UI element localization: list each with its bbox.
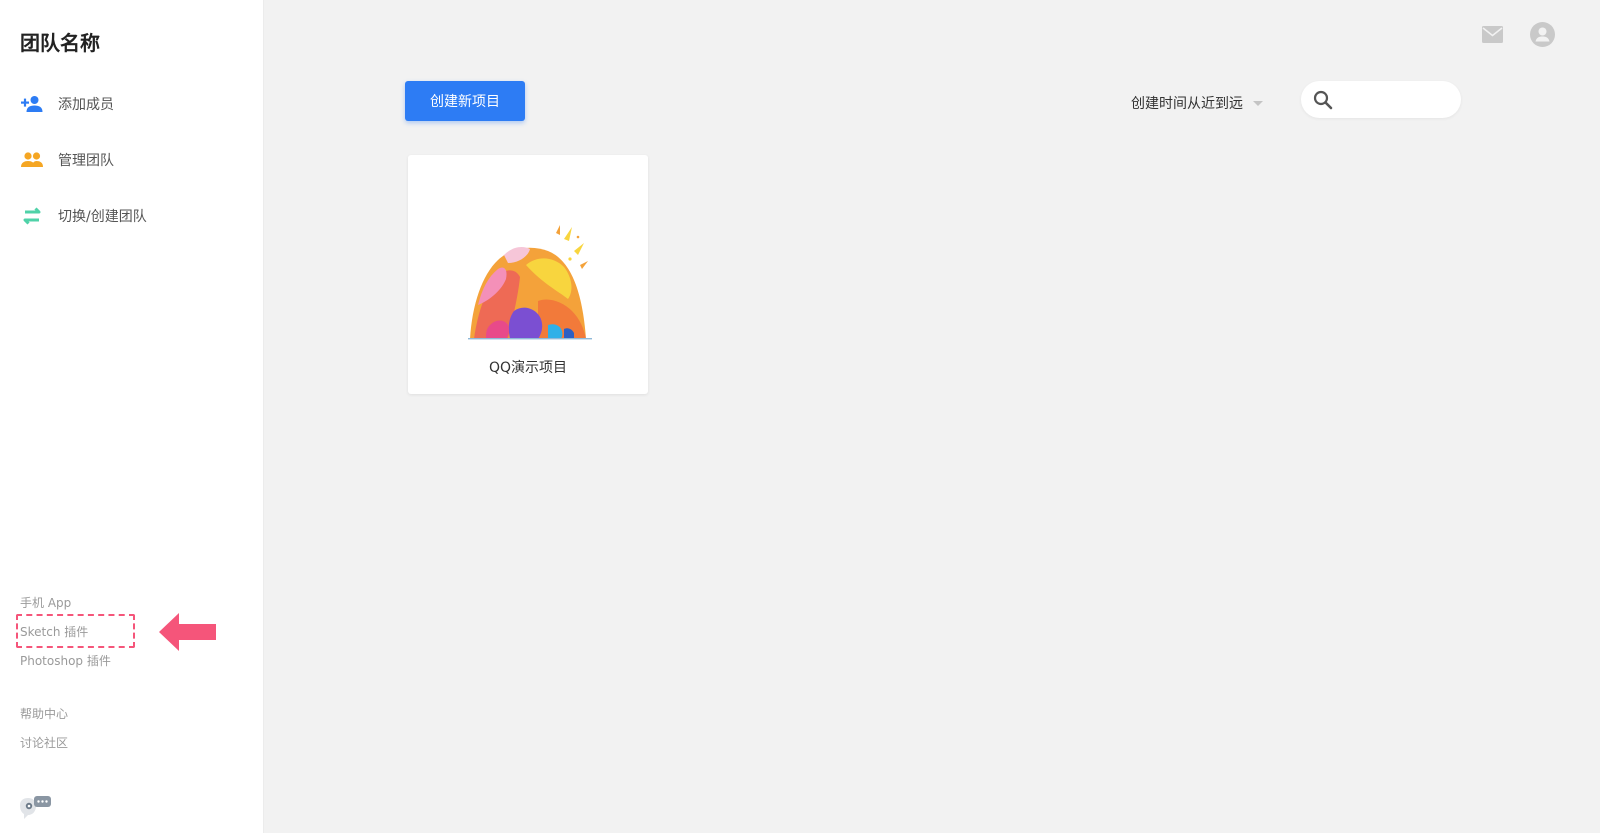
help-center-link[interactable]: 帮助中心	[20, 705, 68, 722]
sidebar-item-label: 切换/创建团队	[58, 209, 147, 225]
search-icon	[1313, 90, 1333, 109]
photoshop-plugin-link[interactable]: Photoshop 插件	[20, 652, 111, 669]
search-box[interactable]	[1301, 81, 1461, 118]
chat-bot-icon[interactable]	[18, 795, 52, 821]
highlight-annotation-box	[16, 614, 135, 648]
project-thumbnail	[468, 225, 592, 340]
sidebar-item-add-member[interactable]: 添加成员	[20, 92, 114, 116]
team-name: 团队名称	[20, 31, 100, 55]
mail-icon[interactable]	[1482, 26, 1503, 43]
manage-team-icon	[20, 148, 44, 172]
chevron-down-icon	[1253, 100, 1263, 106]
sidebar-item-switch-team[interactable]: 切换/创建团队	[20, 204, 147, 228]
project-card[interactable]: QQ演示项目	[408, 155, 648, 394]
user-avatar-icon[interactable]	[1530, 22, 1555, 47]
sidebar-item-label: 添加成员	[58, 97, 114, 113]
switch-team-icon	[20, 204, 44, 228]
community-link[interactable]: 讨论社区	[20, 734, 68, 751]
sort-dropdown[interactable]: 创建时间从近到远	[1131, 93, 1263, 113]
add-member-icon	[20, 92, 44, 116]
mobile-app-link[interactable]: 手机 App	[20, 594, 71, 611]
project-name: QQ演示项目	[488, 360, 568, 376]
sort-dropdown-label: 创建时间从近到远	[1131, 96, 1243, 112]
sidebar: 团队名称 添加成员 管理团队 切换/创建团队 手机 App Sketch 插件 …	[0, 0, 264, 833]
sidebar-item-label: 管理团队	[58, 153, 114, 169]
create-project-button[interactable]: 创建新项目	[405, 81, 525, 121]
arrow-left-icon	[159, 613, 216, 651]
sidebar-item-manage-team[interactable]: 管理团队	[20, 148, 114, 172]
search-input[interactable]	[1341, 92, 1451, 107]
